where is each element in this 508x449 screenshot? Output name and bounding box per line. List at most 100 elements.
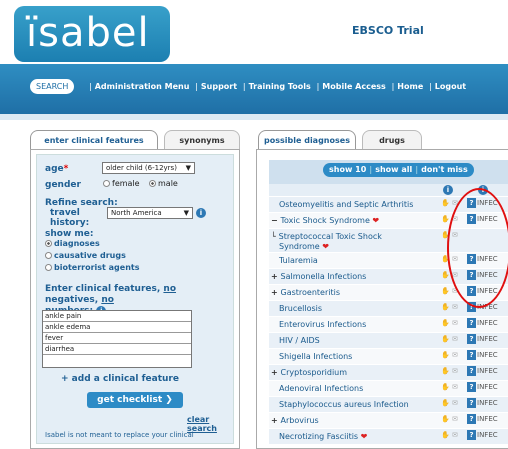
diagnosis-name[interactable]: Staphylococcus aureus Infection <box>269 400 409 410</box>
tab-possible-diagnoses[interactable]: possible diagnoses <box>258 130 356 150</box>
question-icon[interactable]: ? <box>467 366 476 376</box>
diagnosis-name[interactable]: + Gastroenteritis <box>269 288 340 298</box>
dont-miss-button[interactable]: don't miss <box>421 165 468 174</box>
diagnosis-name[interactable]: + Salmonella Infections <box>269 272 366 282</box>
diagnosis-name[interactable]: Adenoviral Infections <box>269 384 363 394</box>
diagnosis-label[interactable]: Syndrome <box>271 242 320 251</box>
diagnosis-label[interactable]: Staphylococcus aureus Infection <box>279 400 409 409</box>
red-flag-icon: ❤ <box>319 242 329 251</box>
category-tag: INFEC <box>477 383 498 391</box>
diagnosis-row[interactable]: + Cryptosporidium ✋ ✉? INFEC <box>269 365 508 381</box>
isabel-logo[interactable]: ïsabel <box>14 6 170 62</box>
option-bioterrorist-radio[interactable]: bioterrorist agents <box>45 263 140 272</box>
nav-support[interactable]: Support <box>201 82 237 91</box>
diagnosis-label[interactable]: HIV / AIDS <box>279 336 320 345</box>
question-icon[interactable]: ? <box>467 318 476 328</box>
show-10-button[interactable]: show 10 <box>329 165 366 174</box>
travel-select[interactable]: North America ▼ <box>107 207 193 219</box>
nav-home[interactable]: Home <box>397 82 423 91</box>
feature-row[interactable]: fever <box>43 333 191 344</box>
diagnosis-name[interactable]: − Toxic Shock Syndrome ❤ <box>269 216 379 226</box>
diagnosis-row[interactable]: Adenoviral Infections ✋ ✉? INFEC <box>269 381 508 397</box>
add-clinical-feature-link[interactable]: + add a clinical feature <box>61 374 179 384</box>
expand-icon[interactable]: + <box>271 416 281 425</box>
clinical-features-form: age* older child (6-12yrs) ▼ gender femal… <box>36 154 234 444</box>
tab-drugs[interactable]: drugs <box>362 130 422 150</box>
expand-icon[interactable]: + <box>271 368 281 377</box>
row-actions[interactable]: ✋ ✉ <box>441 351 458 359</box>
row-actions[interactable]: ✋ ✉ <box>441 367 458 375</box>
feature-row[interactable]: ankle pain <box>43 311 191 322</box>
gender-male-radio[interactable]: male <box>149 179 178 188</box>
diagnosis-name[interactable]: + Cryptosporidium <box>269 368 347 378</box>
row-actions[interactable]: ✋ ✉ <box>441 415 458 423</box>
row-actions[interactable]: ✋ ✉ <box>441 303 458 311</box>
diagnosis-name[interactable]: Brucellosis <box>269 304 322 314</box>
diagnosis-label[interactable]: Necrotizing Fasciitis <box>279 432 358 441</box>
chevron-down-icon: ▼ <box>185 164 191 172</box>
question-icon[interactable]: ? <box>467 382 476 392</box>
category-tag: INFEC <box>477 399 498 407</box>
row-actions[interactable]: ✋ ✉ <box>441 383 458 391</box>
nav-links: | Administration Menu | Support | Training … <box>89 82 467 91</box>
diagnosis-label[interactable]: Enterovirus Infections <box>279 320 366 329</box>
option-diagnoses-radio[interactable]: diagnoses <box>45 239 100 248</box>
diagnosis-name[interactable]: Osteomyelitis and Septic Arthritis <box>269 200 413 210</box>
question-icon[interactable]: ? <box>467 398 476 408</box>
show-all-button[interactable]: show all <box>375 165 412 174</box>
diagnosis-name[interactable]: + Arbovirus <box>269 416 319 426</box>
diagnosis-label[interactable]: Shigella Infections <box>279 352 352 361</box>
diagnosis-label[interactable]: Adenoviral Infections <box>279 384 363 393</box>
info-icon[interactable]: i <box>443 185 453 195</box>
age-select[interactable]: older child (6-12yrs) ▼ <box>102 162 195 174</box>
nav-logout[interactable]: Logout <box>435 82 466 91</box>
diagnosis-label[interactable]: Streptococcal Toxic Shock <box>279 232 382 241</box>
expand-icon[interactable]: └ <box>271 232 279 241</box>
info-icon[interactable]: i <box>196 208 206 218</box>
row-actions[interactable]: ✋ ✉ <box>441 335 458 343</box>
row-actions[interactable]: ✋ ✉ <box>441 399 458 407</box>
nav-administration[interactable]: Administration Menu <box>95 82 190 91</box>
diagnosis-label[interactable]: Cryptosporidium <box>281 368 348 377</box>
diagnosis-name[interactable]: └ Streptococcal Toxic Shock Syndrome ❤ <box>269 232 382 252</box>
get-checklist-button[interactable]: get checklist ❯ <box>87 392 183 408</box>
tab-synonyms[interactable]: synonyms <box>164 130 240 150</box>
diagnosis-row[interactable]: Staphylococcus aureus Infection ✋ ✉? INFEC <box>269 397 508 413</box>
feature-row[interactable] <box>43 355 191 366</box>
question-icon[interactable]: ? <box>467 414 476 424</box>
feature-row[interactable]: ankle edema <box>43 322 191 333</box>
diagnosis-label[interactable]: Brucellosis <box>279 304 322 313</box>
clinical-features-input[interactable]: ankle pain ankle edema fever diarrhea <box>42 310 192 368</box>
question-icon[interactable]: ? <box>467 430 476 440</box>
diagnosis-name[interactable]: Necrotizing Fasciitis ❤ <box>269 432 367 442</box>
nav-search[interactable]: SEARCH <box>30 79 75 94</box>
diagnosis-label[interactable]: Osteomyelitis and Septic Arthritis <box>279 200 413 209</box>
diagnosis-row[interactable]: Enterovirus Infections ✋ ✉? INFEC <box>269 317 508 333</box>
row-actions[interactable]: ✋ ✉ <box>441 431 458 439</box>
diagnosis-label[interactable]: Salmonella Infections <box>281 272 367 281</box>
nav-training[interactable]: Training Tools <box>249 82 311 91</box>
feature-row[interactable]: diarrhea <box>43 344 191 355</box>
diagnosis-label[interactable]: Toxic Shock Syndrome <box>281 216 370 225</box>
diagnosis-name[interactable]: Shigella Infections <box>269 352 352 362</box>
diagnosis-name[interactable]: Tularemia <box>269 256 318 266</box>
row-actions[interactable]: ✋ ✉ <box>441 319 458 327</box>
expand-icon[interactable]: + <box>271 272 281 281</box>
expand-icon[interactable]: + <box>271 288 281 297</box>
tab-enter-clinical-features[interactable]: enter clinical features <box>30 130 158 150</box>
question-icon[interactable]: ? <box>467 350 476 360</box>
gender-female-radio[interactable]: female <box>103 179 140 188</box>
option-causative-drugs-radio[interactable]: causative drugs <box>45 251 126 260</box>
question-icon[interactable]: ? <box>467 334 476 344</box>
diagnosis-name[interactable]: Enterovirus Infections <box>269 320 366 330</box>
diagnosis-label[interactable]: Gastroenteritis <box>281 288 341 297</box>
diagnosis-row[interactable]: Shigella Infections ✋ ✉? INFEC <box>269 349 508 365</box>
expand-icon[interactable]: − <box>271 216 281 225</box>
diagnosis-row[interactable]: HIV / AIDS ✋ ✉? INFEC <box>269 333 508 349</box>
trial-label: EBSCO Trial <box>352 24 424 37</box>
diagnosis-name[interactable]: HIV / AIDS <box>269 336 320 346</box>
nav-mobile[interactable]: Mobile Access <box>322 82 386 91</box>
diagnosis-label[interactable]: Tularemia <box>279 256 318 265</box>
diagnosis-label[interactable]: Arbovirus <box>281 416 319 425</box>
diagnosis-row[interactable]: + Arbovirus ✋ ✉? INFEC <box>269 413 508 429</box>
